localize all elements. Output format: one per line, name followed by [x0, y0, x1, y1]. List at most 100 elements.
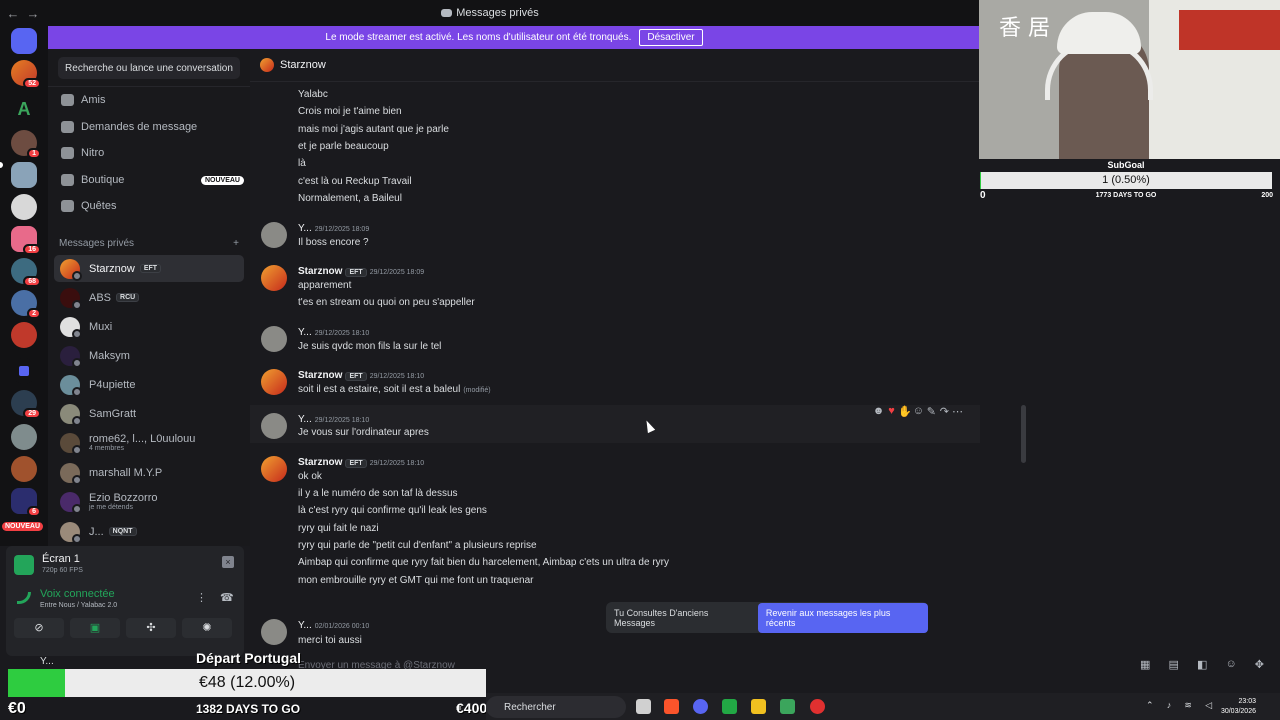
close-icon[interactable]: ×	[222, 556, 234, 568]
sticker-icon[interactable]: ◧	[1197, 658, 1207, 674]
dm-names: Ezio Bozzorro je me détends	[89, 492, 157, 511]
server-icon[interactable]	[11, 162, 37, 188]
nav-message-requests[interactable]: Demandes de message	[58, 115, 244, 139]
server-icon[interactable]: 1	[11, 130, 41, 159]
avatar[interactable]	[261, 222, 287, 248]
nav-shop[interactable]: Boutique NOUVEAU	[58, 168, 244, 192]
add-reaction-icon[interactable]: ☺	[912, 405, 925, 417]
app-icon[interactable]	[751, 699, 766, 714]
screen-share-card[interactable]: Écran 1 720p 60 FPS ×	[12, 550, 238, 580]
soundboard-button[interactable]: ✺	[182, 618, 232, 638]
avatar[interactable]	[261, 326, 287, 352]
author[interactable]: Y...	[298, 414, 312, 425]
taskbar-clock[interactable]: 23:03 30/03/2026	[1221, 697, 1256, 717]
chevron-up-icon[interactable]: ⌃	[1146, 700, 1154, 711]
reaction-laugh-icon[interactable]: ☻	[872, 405, 885, 417]
message-line: ok ok	[298, 471, 322, 482]
dm-item-samgratt[interactable]: SamGratt	[54, 400, 244, 427]
server-icon[interactable]: 29	[11, 390, 41, 419]
folder-icon[interactable]	[11, 358, 37, 384]
screen-share-button[interactable]: ▣	[70, 618, 120, 638]
more-icon[interactable]: ⋯	[951, 405, 964, 418]
apps-icon[interactable]: ✥	[1255, 658, 1264, 674]
server-icon[interactable]	[11, 424, 37, 450]
author[interactable]: Starznow	[298, 370, 342, 381]
dm-item-starznow[interactable]: Starznow EFT	[54, 255, 244, 282]
dm-item-marshall[interactable]: marshall M.Y.P	[54, 459, 244, 486]
brave-icon[interactable]	[664, 699, 679, 714]
gift-icon[interactable]: ▦	[1140, 658, 1150, 674]
avatar[interactable]	[261, 619, 287, 645]
forward-icon[interactable]: ↷	[938, 405, 951, 418]
donation-max: €400	[456, 700, 488, 716]
emoji-icon[interactable]: ☺	[1225, 658, 1236, 674]
server-icon[interactable]: 2	[11, 290, 41, 319]
camera-off-button[interactable]: ⊘	[14, 618, 64, 638]
wifi-icon[interactable]: ≋	[1184, 700, 1192, 711]
app-icon[interactable]	[722, 699, 737, 714]
discord-taskbar-icon[interactable]	[693, 699, 708, 714]
avatar	[60, 258, 82, 281]
clock-time: 23:03	[1238, 698, 1256, 705]
mic-icon[interactable]: ♪	[1167, 700, 1172, 711]
task-view-icon[interactable]	[636, 699, 651, 714]
dm-item-j[interactable]: J... NQNT	[54, 518, 244, 545]
guild-tag: EFT	[345, 372, 367, 381]
avatar[interactable]	[261, 369, 287, 395]
author[interactable]: Y...	[298, 327, 312, 338]
search-conversation-button[interactable]: Recherche ou lance une conversation	[58, 57, 240, 79]
taskbar-search[interactable]: Rechercher	[486, 696, 626, 718]
dm-item-p4upiette[interactable]: P4upiette	[54, 371, 244, 398]
app-icon[interactable]	[810, 699, 825, 714]
avatar[interactable]	[261, 413, 287, 439]
author[interactable]: Y...	[298, 620, 312, 631]
dm-item-abs[interactable]: ABS RCU	[54, 284, 244, 311]
dm-item-group[interactable]: rome62, l..., L0uulouu 4 membres	[54, 429, 244, 456]
dm-header-label: Messages privés	[59, 238, 135, 249]
activities-button[interactable]: ✣	[126, 618, 176, 638]
avatar[interactable]	[261, 456, 287, 482]
server-a-icon[interactable]: A	[11, 96, 37, 122]
nav-label: Amis	[81, 94, 106, 106]
author[interactable]: Starznow	[298, 266, 342, 277]
server-icon[interactable]	[11, 194, 37, 220]
message-line: soit il est a estaire, soit il est a bal…	[298, 384, 491, 395]
reaction-thumbs-icon[interactable]: ✋	[898, 405, 912, 418]
dm-item-muxi[interactable]: Muxi	[54, 313, 244, 340]
voice-title[interactable]: Voix connectée	[40, 588, 115, 600]
nav-quests[interactable]: Quêtes	[58, 194, 244, 218]
disconnect-icon[interactable]: ☎	[220, 592, 234, 604]
discord-home-icon[interactable]	[11, 28, 37, 54]
server-icon[interactable]: 52	[11, 60, 41, 89]
noise-suppression-icon[interactable]: ⋮	[196, 592, 208, 604]
reaction-heart-icon[interactable]: ♥	[885, 405, 898, 417]
server-icon[interactable]: 16	[11, 226, 41, 255]
edit-icon[interactable]: ✎	[925, 405, 938, 418]
gif-icon[interactable]: ▤	[1168, 658, 1178, 674]
nav-nitro[interactable]: Nitro	[58, 141, 244, 165]
add-dm-button[interactable]: +	[233, 238, 239, 249]
clock-date: 30/03/2026	[1220, 708, 1256, 715]
background-glyphs: 香 居	[999, 16, 1050, 41]
chat-scrollbar[interactable]	[1021, 405, 1026, 463]
app-icon[interactable]	[780, 699, 795, 714]
server-icon[interactable]	[11, 322, 37, 348]
author[interactable]: Starznow	[298, 457, 342, 468]
nav-friends[interactable]: Amis	[58, 88, 244, 112]
volume-icon[interactable]: ◁	[1205, 700, 1212, 711]
jump-to-present-button[interactable]: Revenir aux messages les plus récents	[757, 602, 928, 633]
dm-item-maksym[interactable]: Maksym	[54, 342, 244, 369]
subgoal-days: 1773 DAYS TO GO	[1095, 192, 1157, 199]
author[interactable]: Y...	[298, 223, 312, 234]
nav-label: Nitro	[81, 147, 105, 159]
mention-badge: 16	[23, 244, 41, 255]
cap	[1057, 12, 1141, 54]
back-arrow-icon[interactable]: ←	[6, 6, 20, 21]
server-icon[interactable]: 6	[11, 488, 41, 517]
server-icon[interactable]	[11, 456, 37, 482]
dm-item-ezio[interactable]: Ezio Bozzorro je me détends	[54, 488, 244, 515]
disable-streamer-button[interactable]: Désactiver	[639, 29, 703, 46]
forward-arrow-icon[interactable]: →	[26, 6, 40, 21]
server-icon[interactable]: 68	[11, 258, 41, 287]
avatar[interactable]	[261, 265, 287, 291]
